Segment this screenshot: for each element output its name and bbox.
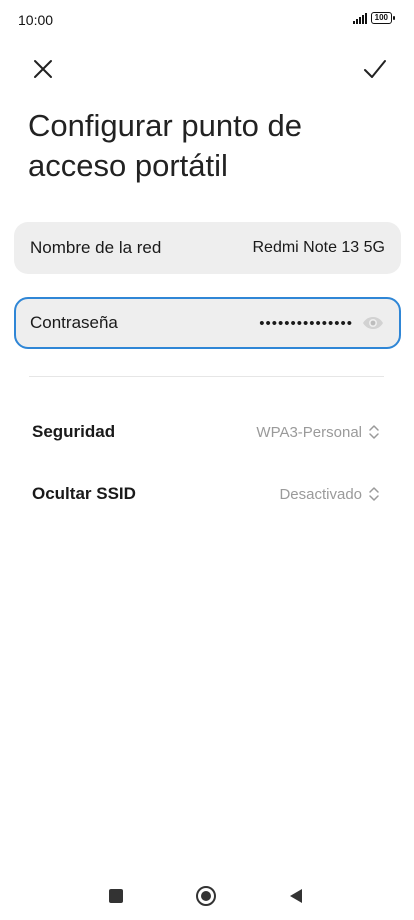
page-title: Configurar punto de acceso portátil <box>28 108 303 183</box>
close-button[interactable] <box>26 52 60 86</box>
check-icon <box>364 60 386 78</box>
status-time: 10:00 <box>18 12 54 28</box>
close-icon <box>34 60 52 78</box>
up-down-chevron-icon <box>368 485 382 503</box>
confirm-button[interactable] <box>358 52 392 86</box>
hotspot-config-screen: 10:00 100 Configurar punto de acceso por… <box>0 0 414 920</box>
eye-icon[interactable] <box>361 311 385 335</box>
navigation-bar <box>0 870 414 920</box>
hide-ssid-value: Desactivado <box>279 485 362 503</box>
battery-level: 100 <box>374 13 388 22</box>
divider <box>29 376 384 377</box>
security-selector[interactable]: WPA3-Personal <box>256 423 382 441</box>
hide-ssid-label: Ocultar SSID <box>32 484 136 503</box>
home-button[interactable] <box>194 884 218 908</box>
password-input[interactable] <box>223 314 353 332</box>
network-name-field[interactable]: Nombre de la red Redmi Note 13 5G <box>14 222 401 274</box>
network-name-value[interactable]: Redmi Note 13 5G <box>252 239 385 257</box>
status-icons: 100 <box>352 12 396 24</box>
hide-ssid-selector[interactable]: Desactivado <box>279 485 382 503</box>
up-down-chevron-icon <box>368 423 382 441</box>
square-icon <box>109 889 123 903</box>
password-controls <box>223 311 385 335</box>
password-label: Contraseña <box>30 313 118 332</box>
security-label: Seguridad <box>32 422 116 441</box>
hide-ssid-row[interactable]: Ocultar SSID Desactivado <box>18 474 396 514</box>
security-row[interactable]: Seguridad WPA3-Personal <box>18 412 396 452</box>
back-button[interactable] <box>284 884 308 908</box>
security-value: WPA3-Personal <box>256 423 362 441</box>
network-name-label: Nombre de la red <box>30 238 162 257</box>
circle-icon <box>196 886 216 906</box>
password-field[interactable]: Contraseña <box>14 297 401 349</box>
triangle-back-icon <box>290 889 302 903</box>
signal-icon <box>352 12 367 24</box>
battery-icon: 100 <box>370 12 396 24</box>
status-bar: 10:00 100 <box>0 0 414 40</box>
recents-button[interactable] <box>104 884 128 908</box>
